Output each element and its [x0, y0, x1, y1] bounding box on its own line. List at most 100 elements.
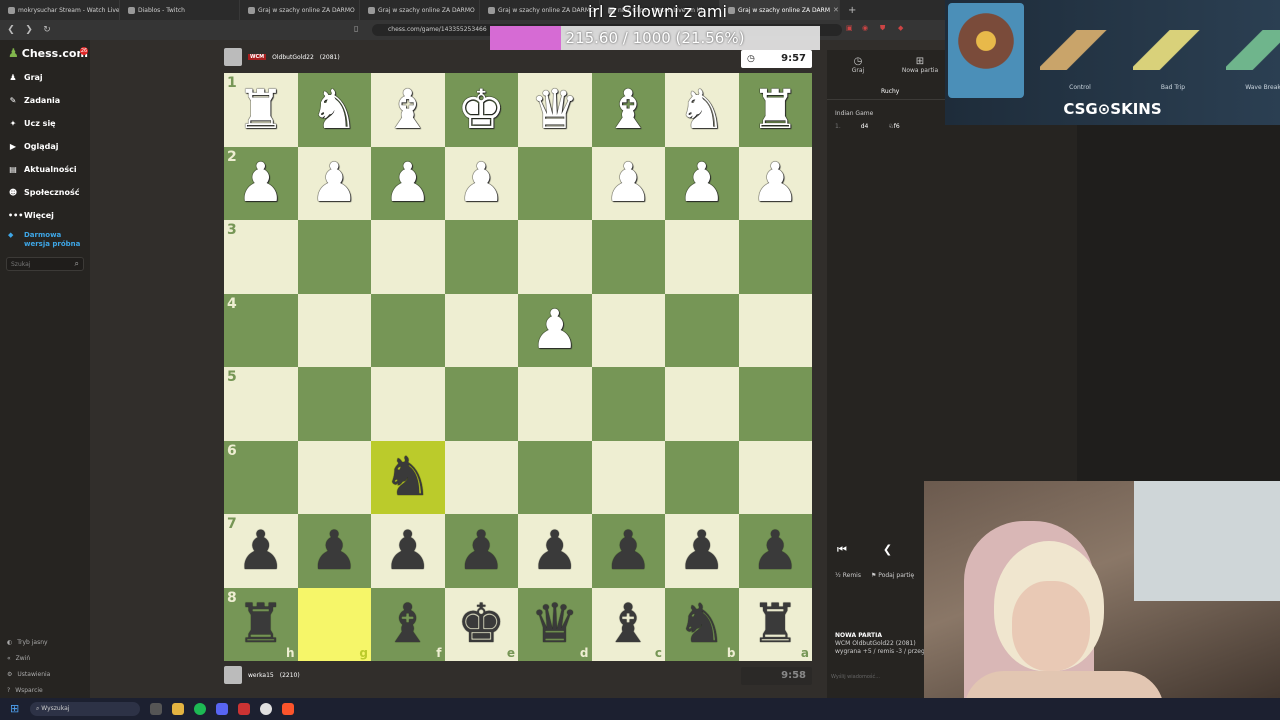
extension-icon[interactable]: ◉ — [862, 24, 868, 32]
board-square[interactable]: ♟ — [591, 514, 665, 588]
sidebar-bottom-item[interactable]: « Zwiń — [0, 650, 90, 666]
board-square[interactable] — [591, 220, 665, 294]
windows-start-icon[interactable]: ⊞ — [10, 703, 22, 715]
board-square[interactable]: ♞ — [665, 73, 739, 147]
white-pawn-icon[interactable]: ♟ — [310, 156, 358, 210]
player-name[interactable]: OldbutGold22 — [272, 54, 314, 61]
white-pawn-icon[interactable]: ♟ — [457, 156, 505, 210]
board-square[interactable]: ♛ — [518, 73, 592, 147]
board-square[interactable] — [371, 367, 445, 441]
board-square[interactable] — [665, 440, 739, 514]
board-square[interactable] — [371, 220, 445, 294]
board-square[interactable] — [518, 367, 592, 441]
black-rook-icon[interactable]: ♜ — [237, 597, 285, 651]
panel-tab[interactable]: ⊞ Nowa partia — [889, 50, 951, 88]
extension-icon[interactable]: ▣ — [846, 24, 853, 32]
brave-icon[interactable] — [282, 703, 294, 715]
white-pawn-icon[interactable]: ♟ — [384, 156, 432, 210]
white-pawn-icon[interactable]: ♟ — [751, 156, 799, 210]
chesscom-logo[interactable]: ♟ Chess.com — [0, 40, 90, 66]
board-square[interactable]: g — [297, 587, 371, 661]
back-icon[interactable]: ❮ — [4, 25, 18, 35]
chat-input[interactable]: Wyślij wiadomość... — [831, 674, 880, 680]
board-square[interactable]: 4 — [224, 293, 298, 367]
board-square[interactable] — [518, 220, 592, 294]
board-square[interactable] — [518, 146, 592, 220]
white-pawn-icon[interactable]: ♟ — [678, 156, 726, 210]
black-pawn-icon[interactable]: ♟ — [604, 523, 652, 578]
player-name[interactable]: werka15 — [248, 672, 274, 679]
board-square[interactable] — [518, 440, 592, 514]
board-square[interactable]: ♟ — [518, 293, 592, 367]
extension-icon[interactable]: ◆ — [898, 24, 903, 32]
browser-tab[interactable]: Graj w szachy online ZA DARMO — [240, 0, 360, 20]
chrome-icon[interactable] — [260, 703, 272, 715]
sidebar-item[interactable]: ••• Więcej — [0, 204, 90, 227]
black-pawn-icon[interactable]: ♟ — [384, 523, 432, 578]
board-square[interactable] — [738, 367, 812, 441]
white-bishop-icon[interactable]: ♝ — [384, 82, 432, 137]
spotify-icon[interactable] — [194, 703, 206, 715]
black-pawn-icon[interactable]: ♟ — [310, 523, 358, 578]
board-square[interactable]: f ♝ — [371, 587, 445, 661]
forward-icon[interactable]: ❯ — [22, 25, 36, 35]
board-square[interactable]: 6 — [224, 440, 298, 514]
board-square[interactable]: ♟ — [444, 146, 518, 220]
white-king-icon[interactable]: ♚ — [457, 82, 505, 137]
board-square[interactable] — [591, 367, 665, 441]
board-square[interactable]: ♟ — [371, 514, 445, 588]
board-square[interactable]: ♚ — [444, 73, 518, 147]
board-square[interactable] — [371, 293, 445, 367]
black-knight-icon[interactable]: ♞ — [384, 450, 432, 504]
board-square[interactable]: b ♞ — [665, 587, 739, 661]
panel-tab[interactable]: ◷ Graj — [827, 50, 889, 88]
board-square[interactable]: e ♚ — [444, 587, 518, 661]
game-action-button[interactable]: ½ Remis — [835, 572, 861, 579]
white-pawn-icon[interactable]: ♟ — [604, 156, 652, 210]
white-rook-icon[interactable]: ♜ — [237, 82, 285, 137]
board-square[interactable] — [665, 220, 739, 294]
file-explorer-icon[interactable] — [172, 703, 184, 715]
black-pawn-icon[interactable]: ♟ — [531, 523, 579, 578]
black-queen-icon[interactable]: ♛ — [531, 597, 579, 651]
white-pawn-icon[interactable]: ♟ — [237, 156, 285, 210]
sidebar-item[interactable]: ♟ Graj — [0, 66, 90, 89]
sidebar-item[interactable]: ✎ Zadania — [0, 89, 90, 112]
notification-badge[interactable]: 26 — [80, 47, 88, 55]
sidebar-bottom-item[interactable]: ? Wsparcie — [0, 682, 90, 698]
board-square[interactable]: ♟ — [591, 146, 665, 220]
board-square[interactable]: 8 h ♜ — [224, 587, 298, 661]
chess-board[interactable]: 1 ♜ ♞ ♝ ♚ ♛ ♝ ♞ ♜ 2 ♟ ♟ ♟ ♟ ♟ ♟ ♟ 3 4 ♟ 5 6 ♞ 7 ♟ ♟ ♟ ♟ ♟ ♟ ♟ ♟ 8 h ♜ g f ♝ e ♚… — [224, 73, 812, 661]
board-square[interactable] — [665, 367, 739, 441]
white-rook-icon[interactable]: ♜ — [751, 82, 799, 137]
free-trial-link[interactable]: ◆ Darmowa wersja próbna — [0, 227, 90, 249]
black-pawn-icon[interactable]: ♟ — [237, 523, 285, 578]
extension-icon[interactable]: ⛊ — [880, 24, 885, 33]
browser-tab[interactable]: mokrysuchar Stream - Watch Live on — [0, 0, 120, 20]
board-square[interactable]: ♟ — [665, 514, 739, 588]
sidebar-search-input[interactable]: Szukaj ⌕ — [6, 257, 84, 271]
black-bishop-icon[interactable]: ♝ — [384, 597, 432, 651]
board-square[interactable]: a ♜ — [738, 587, 812, 661]
board-square[interactable]: d ♛ — [518, 587, 592, 661]
browser-tab[interactable]: Graj w szachy online ZA DARMO — [360, 0, 480, 20]
browser-tab[interactable]: Diablos - Twitch — [120, 0, 240, 20]
search-icon[interactable]: ⌕ — [75, 259, 79, 269]
board-square[interactable]: 7 ♟ — [224, 514, 298, 588]
white-knight-icon[interactable]: ♞ — [310, 82, 358, 137]
board-square[interactable] — [297, 440, 371, 514]
board-square[interactable]: ♟ — [665, 146, 739, 220]
game-action-button[interactable]: ⚑ Podaj partię — [871, 572, 914, 579]
move-white[interactable]: d4 — [861, 123, 869, 130]
browser-tab[interactable]: Graj w szachy online ZA DARM ✕ — [720, 0, 840, 20]
board-square[interactable]: ♟ — [297, 514, 371, 588]
board-square[interactable] — [444, 440, 518, 514]
board-square[interactable]: ♜ — [738, 73, 812, 147]
black-pawn-icon[interactable]: ♟ — [751, 523, 799, 578]
sidebar-item[interactable]: ▶ Oglądaj — [0, 135, 90, 158]
board-square[interactable]: c ♝ — [591, 587, 665, 661]
board-square[interactable] — [665, 293, 739, 367]
board-square[interactable] — [444, 220, 518, 294]
black-knight-icon[interactable]: ♞ — [678, 597, 726, 651]
taskbar-search[interactable]: ⌕ Wyszukaj — [30, 702, 140, 716]
